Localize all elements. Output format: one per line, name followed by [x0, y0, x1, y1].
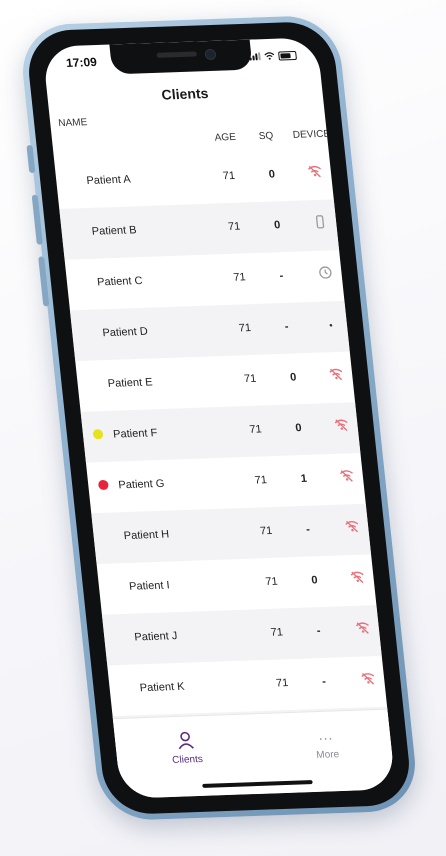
- patient-sq: 1: [300, 472, 308, 485]
- patient-name: Patient G: [117, 477, 166, 492]
- patient-age: 71: [243, 372, 257, 386]
- patient-sq: 0: [289, 371, 297, 384]
- signal-off-icon: [359, 670, 377, 686]
- patient-name: Patient D: [101, 325, 149, 340]
- speaker-grille: [156, 51, 198, 58]
- stage: 17:09 Clients NAME AGE SQ DEVICE Patient…: [0, 0, 446, 856]
- patient-age: 71: [264, 575, 279, 589]
- tab-bar: Clients ... More: [112, 708, 396, 799]
- notch: [109, 39, 253, 75]
- patient-sq: -: [321, 675, 327, 688]
- patient-age: 71: [248, 423, 263, 436]
- tab-clients-label: Clients: [171, 753, 204, 766]
- battery-icon: [277, 50, 297, 61]
- signal-off-icon: [343, 518, 361, 534]
- patient-sq: -: [284, 320, 290, 333]
- patient-name: Patient J: [133, 630, 179, 644]
- clock-icon: [317, 264, 335, 280]
- patient-age: 71: [259, 524, 273, 538]
- patient-sq: -: [305, 523, 311, 536]
- column-header-age[interactable]: AGE: [214, 132, 236, 144]
- status-time: 17:09: [65, 54, 98, 70]
- tab-clients[interactable]: Clients: [144, 729, 228, 767]
- device-none: [322, 317, 340, 333]
- patient-age: 71: [254, 474, 268, 487]
- patient-sq: -: [316, 625, 322, 638]
- patient-sq: 0: [268, 168, 276, 181]
- phone-bezel: 17:09 Clients NAME AGE SQ DEVICE Patient…: [24, 20, 414, 816]
- patient-name: Patient A: [85, 173, 132, 188]
- patient-sq: -: [278, 270, 284, 283]
- column-header-device[interactable]: DEVICE: [292, 129, 330, 141]
- patient-name: Patient K: [139, 680, 186, 695]
- patient-name: Patient B: [91, 224, 138, 238]
- signal-off-icon: [338, 467, 356, 483]
- wifi-icon: [264, 52, 275, 60]
- person-icon: [178, 731, 194, 750]
- more-icon: ...: [317, 726, 334, 743]
- patient-sq: 0: [294, 422, 303, 435]
- patient-sq: 0: [310, 574, 319, 587]
- status-icons: [249, 50, 297, 61]
- patient-sq: 0: [273, 219, 281, 232]
- patient-age: 71: [275, 677, 289, 690]
- patient-name: Patient I: [128, 579, 171, 593]
- table-header: NAME AGE SQ DEVICE: [49, 105, 331, 156]
- patient-age: 71: [222, 169, 236, 183]
- tab-more[interactable]: ... More: [285, 724, 369, 762]
- patient-name: Patient H: [123, 528, 170, 543]
- patient-name: Patient E: [107, 376, 154, 390]
- front-camera: [204, 48, 217, 61]
- patient-name: Patient C: [96, 274, 144, 289]
- page-title: Clients: [160, 85, 210, 103]
- status-dot: [92, 429, 104, 440]
- signal-off-icon: [327, 366, 345, 382]
- patient-name: Patient F: [112, 427, 158, 441]
- app-screen: 17:09 Clients NAME AGE SQ DEVICE Patient…: [42, 37, 396, 799]
- patient-age: 71: [232, 271, 247, 284]
- signal-off-icon: [349, 569, 367, 585]
- signal-off-icon: [354, 619, 372, 635]
- patient-list: Patient A 71 0 Patient B 71 0 Patient C 71 - Pati…: [54, 149, 393, 767]
- status-dot: [97, 479, 109, 491]
- phone-icon: [311, 214, 329, 230]
- patient-age: 71: [270, 626, 284, 639]
- home-indicator: [202, 780, 313, 788]
- column-header-name[interactable]: NAME: [58, 117, 88, 129]
- signal-off-icon: [306, 163, 324, 179]
- patient-age: 71: [227, 220, 241, 233]
- patient-age: 71: [238, 322, 252, 335]
- column-header-sq[interactable]: SQ: [258, 131, 274, 142]
- phone-device: 17:09 Clients NAME AGE SQ DEVICE Patient…: [17, 14, 421, 822]
- signal-off-icon: [333, 416, 351, 432]
- tab-more-label: More: [315, 749, 340, 761]
